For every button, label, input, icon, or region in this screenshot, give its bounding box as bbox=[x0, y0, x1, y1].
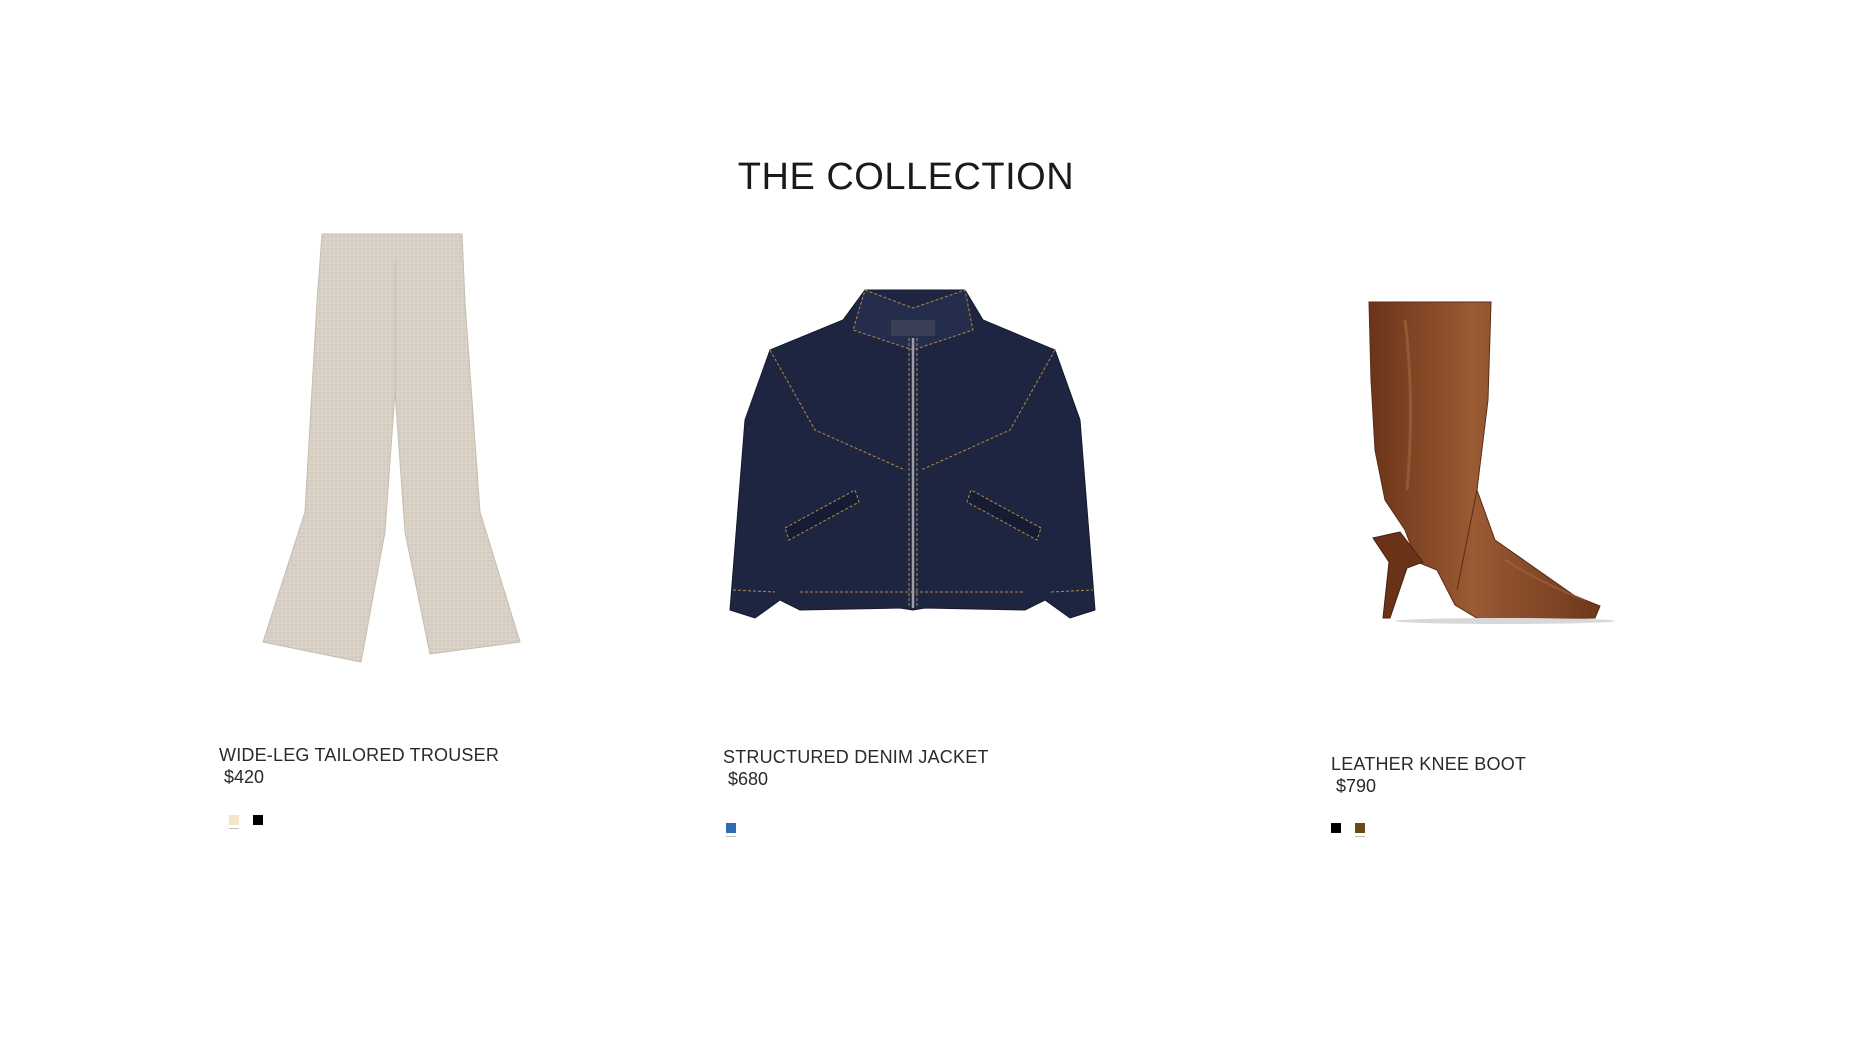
color-swatches bbox=[726, 823, 736, 837]
swatch-brown[interactable] bbox=[1355, 823, 1365, 837]
denim-jacket-image-icon bbox=[729, 289, 1096, 619]
trouser-image-icon bbox=[262, 233, 521, 663]
product-name[interactable]: WIDE-LEG TAILORED TROUSER bbox=[219, 745, 499, 766]
color-swatches bbox=[229, 815, 263, 829]
swatch-cream[interactable] bbox=[229, 815, 239, 829]
swatch-blue[interactable] bbox=[726, 823, 736, 837]
trouser-image[interactable] bbox=[255, 232, 535, 668]
color-swatches bbox=[1331, 823, 1365, 837]
collection-page: THE COLLECTION WIDE-LEG TAILORED TROUSER… bbox=[0, 0, 1875, 1061]
product-price: $680 bbox=[728, 769, 769, 789]
knee-boot-image[interactable] bbox=[1345, 300, 1615, 625]
product-price: $790 bbox=[1336, 776, 1377, 796]
product-name[interactable]: LEATHER KNEE BOOT bbox=[1331, 754, 1526, 775]
swatch-black[interactable] bbox=[253, 815, 263, 825]
page-title: THE COLLECTION bbox=[737, 156, 1075, 198]
knee-boot-image-icon bbox=[1368, 301, 1615, 624]
swatch-black[interactable] bbox=[1331, 823, 1341, 833]
product-price: $420 bbox=[224, 767, 265, 787]
product-name[interactable]: STRUCTURED DENIM JACKET bbox=[723, 747, 989, 768]
denim-jacket-image[interactable] bbox=[725, 280, 1101, 625]
